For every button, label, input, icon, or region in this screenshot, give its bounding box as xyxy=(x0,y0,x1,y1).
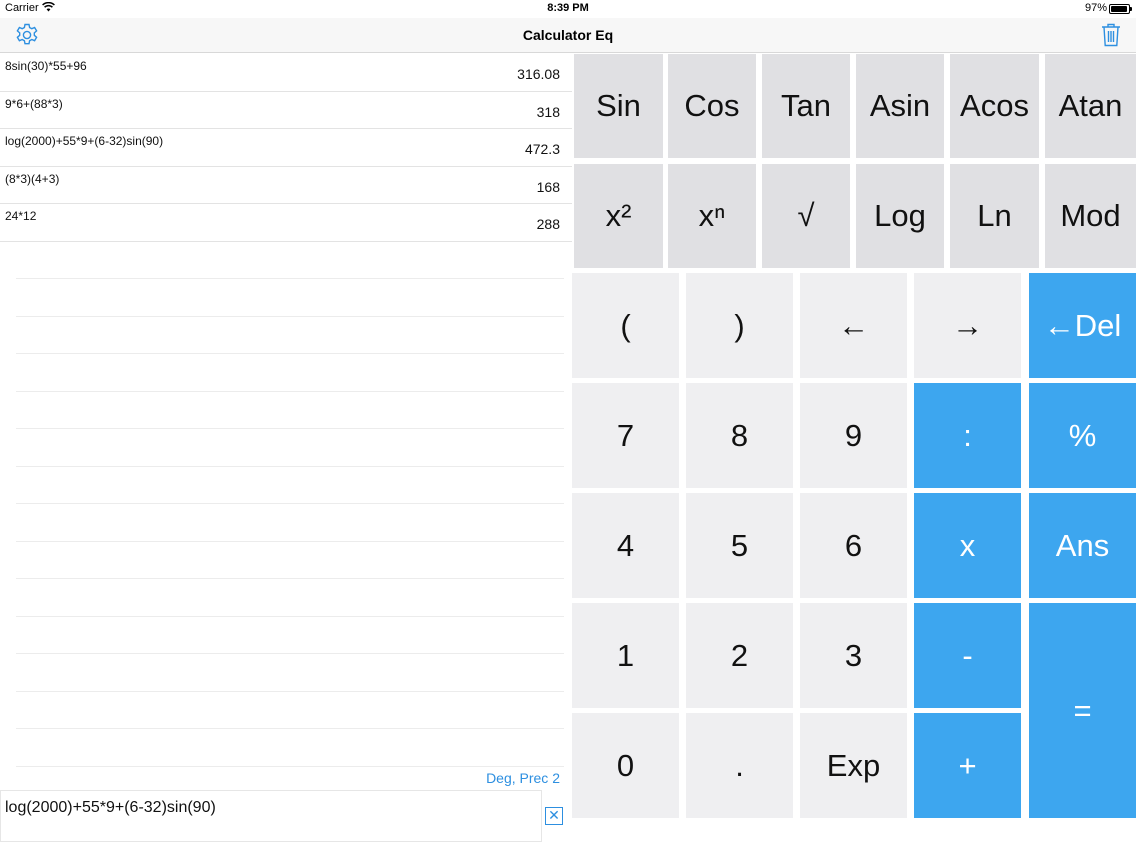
mode-settings-link[interactable]: Deg, Prec 2 xyxy=(486,770,560,786)
history-row[interactable]: log(2000)+55*9+(6-32)sin(90) 472.3 xyxy=(0,129,572,167)
trash-icon[interactable] xyxy=(1100,22,1122,48)
empty-row xyxy=(16,654,564,692)
key-ln[interactable]: Ln xyxy=(950,164,1039,268)
empty-row xyxy=(16,579,564,617)
empty-row xyxy=(16,429,564,467)
history-result: 316.08 xyxy=(517,66,560,82)
empty-row xyxy=(16,279,564,317)
key-plus[interactable]: + xyxy=(914,713,1021,818)
key-divide[interactable]: : xyxy=(914,383,1021,488)
empty-row xyxy=(16,392,564,429)
history-list: 8sin(30)*55+96 316.08 9*6+(88*3) 318 log… xyxy=(0,54,572,767)
key-asin[interactable]: Asin xyxy=(856,54,944,158)
key-atan[interactable]: Atan xyxy=(1045,54,1136,158)
history-expression: 9*6+(88*3) xyxy=(5,96,63,111)
key-2[interactable]: 2 xyxy=(686,603,793,708)
empty-row xyxy=(16,242,564,279)
key-equals[interactable]: = xyxy=(1029,603,1136,818)
empty-row xyxy=(16,729,564,767)
key-sqrt[interactable]: √ xyxy=(762,164,850,268)
key-log[interactable]: Log xyxy=(856,164,944,268)
key-percent[interactable]: % xyxy=(1029,383,1136,488)
history-result: 168 xyxy=(536,178,560,195)
key-close-paren[interactable]: ) xyxy=(686,273,793,378)
key-decimal[interactable]: . xyxy=(686,713,793,818)
key-1[interactable]: 1 xyxy=(572,603,679,708)
status-bar: Carrier 8:39 PM 97% xyxy=(0,0,1136,18)
history-row[interactable]: (8*3)(4+3) 168 xyxy=(0,167,572,204)
history-row[interactable]: 24*12 288 xyxy=(0,204,572,242)
key-0[interactable]: 0 xyxy=(572,713,679,818)
empty-row xyxy=(16,354,564,392)
key-6[interactable]: 6 xyxy=(800,493,907,598)
empty-row xyxy=(16,692,564,729)
expression-text: log(2000)+55*9+(6-32)sin(90) xyxy=(5,799,216,816)
clear-input-button[interactable]: ✕ xyxy=(545,807,563,825)
key-square[interactable]: x² xyxy=(574,164,663,268)
key-7[interactable]: 7 xyxy=(572,383,679,488)
history-expression: 24*12 xyxy=(5,209,37,223)
battery-icon xyxy=(1109,4,1132,14)
history-result: 288 xyxy=(536,216,560,232)
history-expression: 8sin(30)*55+96 xyxy=(5,59,87,73)
key-cos[interactable]: Cos xyxy=(668,54,756,158)
key-open-paren[interactable]: ( xyxy=(572,273,679,378)
history-row[interactable]: 9*6+(88*3) 318 xyxy=(0,92,572,129)
history-result: 318 xyxy=(536,103,560,120)
empty-row xyxy=(16,317,564,354)
empty-row xyxy=(16,617,564,654)
key-acos[interactable]: Acos xyxy=(950,54,1039,158)
key-9[interactable]: 9 xyxy=(800,383,907,488)
key-multiply[interactable]: x xyxy=(914,493,1021,598)
key-3[interactable]: 3 xyxy=(800,603,907,708)
key-mod[interactable]: Mod xyxy=(1045,164,1136,268)
key-ans[interactable]: Ans xyxy=(1029,493,1136,598)
key-5[interactable]: 5 xyxy=(686,493,793,598)
key-4[interactable]: 4 xyxy=(572,493,679,598)
keypad: Sin Cos Tan Asin Acos Atan x² xⁿ √ Log L… xyxy=(572,54,1136,818)
history-row[interactable]: 8sin(30)*55+96 316.08 xyxy=(0,54,572,92)
calculator-app: Carrier 8:39 PM 97% Calculator Eq 8sin(3… xyxy=(0,0,1136,852)
empty-row xyxy=(16,467,564,504)
expression-input[interactable]: log(2000)+55*9+(6-32)sin(90) xyxy=(0,790,542,842)
key-cursor-right[interactable]: → xyxy=(914,273,1021,378)
key-cursor-left[interactable]: ← xyxy=(800,273,907,378)
key-8[interactable]: 8 xyxy=(686,383,793,488)
key-delete[interactable]: ←Del xyxy=(1029,273,1136,378)
navigation-bar: Calculator Eq xyxy=(0,18,1136,53)
empty-row xyxy=(16,504,564,542)
page-title: Calculator Eq xyxy=(522,27,614,43)
key-power[interactable]: xⁿ xyxy=(668,164,756,268)
key-tan[interactable]: Tan xyxy=(762,54,850,158)
history-expression: (8*3)(4+3) xyxy=(5,171,60,186)
key-minus[interactable]: - xyxy=(914,603,1021,708)
key-sin[interactable]: Sin xyxy=(574,54,663,158)
history-expression: log(2000)+55*9+(6-32)sin(90) xyxy=(5,134,164,148)
key-exp[interactable]: Exp xyxy=(800,713,907,818)
history-result: 472.3 xyxy=(524,141,560,157)
empty-row xyxy=(16,542,564,579)
clock: 8:39 PM xyxy=(547,2,589,14)
battery-percent: 97% xyxy=(1084,2,1107,14)
